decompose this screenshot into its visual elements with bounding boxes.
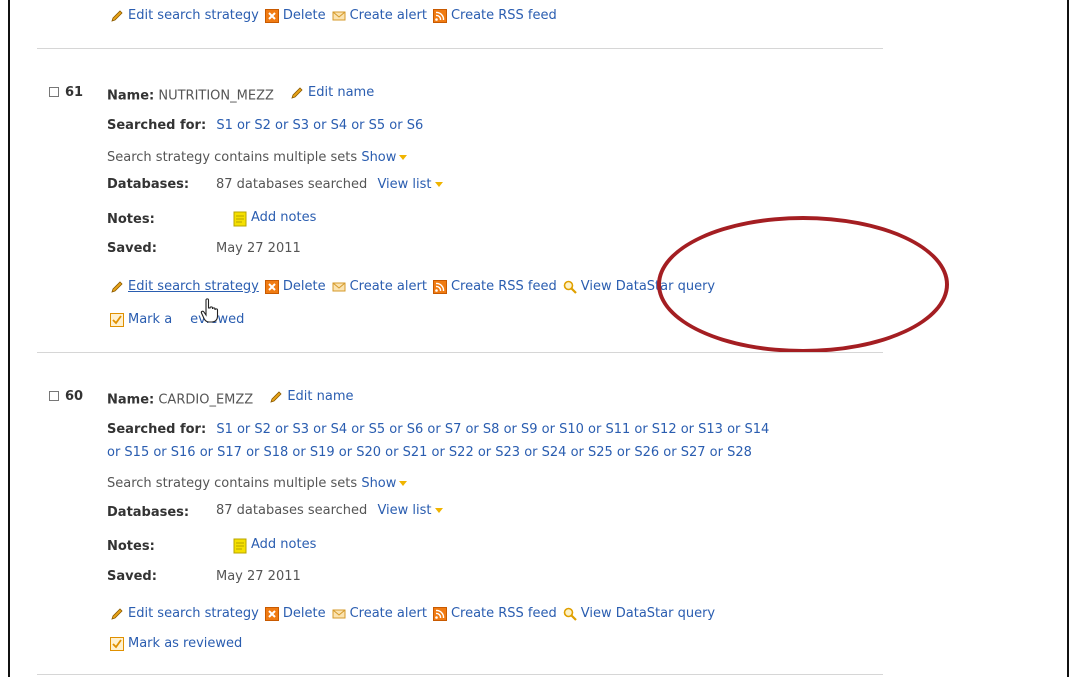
create-alert-link[interactable]: Create alert: [332, 8, 427, 23]
strategy-note: Search strategy contains multiple sets: [107, 150, 358, 165]
magnifier-icon: [563, 607, 577, 621]
pencil-icon: [269, 390, 283, 404]
create-rss-link[interactable]: Create RSS feed: [432, 279, 557, 294]
strategy-note-row: Search strategy contains multiple sets S…: [107, 150, 408, 165]
saved-date: May 27 2011: [216, 569, 301, 584]
edit-name-link[interactable]: Edit name: [290, 85, 374, 100]
chevron-down-icon: [399, 155, 408, 160]
search-name: NUTRITION_MEZZ: [158, 88, 274, 104]
mark-as-reviewed-link[interactable]: Mark aeviewed: [110, 312, 244, 327]
pencil-icon: [110, 9, 124, 23]
create-rss-link[interactable]: Create RSS feed: [432, 8, 557, 23]
searched-for-row: Searched for: S1 or S2 or S3 or S4 or S5…: [107, 422, 769, 437]
databases-value-row: 87 databases searched View list: [216, 177, 443, 192]
chevron-down-icon: [434, 182, 443, 187]
notes-label: Notes:: [107, 212, 155, 227]
view-list-link[interactable]: View list: [377, 177, 443, 192]
hand-cursor-icon: [200, 298, 222, 324]
databases-value-row: 87 databases searched View list: [216, 503, 443, 518]
search-name: CARDIO_EMZZ: [158, 392, 254, 408]
select-checkbox[interactable]: [49, 391, 59, 401]
prev-action-row: Edit search strategy Delete Create alert…: [110, 8, 557, 23]
databases-count: 87 databases searched: [216, 177, 368, 192]
edit-search-strategy-link[interactable]: Edit search strategy: [110, 279, 259, 294]
action-row: Edit search strategy Delete Create alert…: [110, 279, 715, 294]
rss-icon: [432, 279, 447, 294]
databases-label: Databases:: [107, 177, 190, 192]
show-link[interactable]: Show: [361, 150, 408, 165]
add-notes-link[interactable]: Add notes: [233, 210, 316, 229]
create-rss-link[interactable]: Create RSS feed: [432, 606, 557, 621]
searched-for-value-continued[interactable]: or S15 or S16 or S17 or S18 or S19 or S2…: [107, 445, 752, 460]
envelope-icon: [332, 9, 346, 23]
searched-for-value[interactable]: S1 or S2 or S3 or S4 or S5 or S6 or S7 o…: [216, 422, 769, 437]
name-label: Name:: [107, 88, 155, 104]
search-number: 60: [65, 389, 84, 404]
delete-icon: [264, 279, 279, 294]
action-row: Edit search strategy Delete Create alert…: [110, 606, 715, 621]
pencil-icon: [110, 607, 124, 621]
saved-label: Saved:: [107, 569, 157, 584]
searched-for-label: Searched for:: [107, 422, 207, 437]
name-label: Name:: [107, 392, 155, 408]
show-link[interactable]: Show: [361, 476, 408, 491]
divider: [37, 674, 883, 675]
searched-for-row: Searched for: S1 or S2 or S3 or S4 or S5…: [107, 118, 423, 133]
chevron-down-icon: [434, 508, 443, 513]
checkbox-checked-icon: [110, 636, 124, 651]
name-row: Name: CARDIO_EMZZ Edit name: [107, 389, 354, 408]
delete-icon: [264, 8, 279, 23]
chevron-down-icon: [399, 481, 408, 486]
pencil-icon: [110, 280, 124, 294]
databases-label: Databases:: [107, 505, 190, 520]
note-icon: [233, 538, 247, 553]
edit-search-strategy-link[interactable]: Edit search strategy: [110, 8, 259, 23]
delete-link[interactable]: Delete: [264, 606, 326, 621]
mark-reviewed-row: Mark aeviewed: [110, 312, 244, 327]
rss-icon: [432, 606, 447, 621]
name-row: Name: NUTRITION_MEZZ Edit name: [107, 85, 374, 104]
envelope-icon: [332, 280, 346, 294]
mark-reviewed-row: Mark as reviewed: [110, 636, 242, 651]
strategy-note-row: Search strategy contains multiple sets S…: [107, 476, 408, 491]
notes-label: Notes:: [107, 539, 155, 554]
pencil-icon: [290, 86, 304, 100]
search-number: 61: [65, 85, 84, 100]
checkbox-checked-icon: [110, 312, 124, 327]
delete-icon: [264, 606, 279, 621]
divider: [37, 48, 883, 49]
delete-link[interactable]: Delete: [264, 8, 326, 23]
add-notes-link[interactable]: Add notes: [233, 537, 316, 556]
select-checkbox[interactable]: [49, 87, 59, 97]
strategy-note: Search strategy contains multiple sets: [107, 476, 358, 491]
view-list-link[interactable]: View list: [377, 503, 443, 518]
edit-search-strategy-link[interactable]: Edit search strategy: [110, 606, 259, 621]
create-alert-link[interactable]: Create alert: [332, 606, 427, 621]
magnifier-icon: [563, 280, 577, 294]
divider: [37, 352, 883, 353]
create-alert-link[interactable]: Create alert: [332, 279, 427, 294]
mark-as-reviewed-link[interactable]: Mark as reviewed: [110, 636, 242, 651]
saved-label: Saved:: [107, 241, 157, 256]
view-datastar-query-link[interactable]: View DataStar query: [563, 606, 715, 621]
envelope-icon: [332, 607, 346, 621]
edit-name-link[interactable]: Edit name: [269, 389, 354, 404]
highlight-oval: [657, 216, 949, 353]
searched-for-value[interactable]: S1 or S2 or S3 or S4 or S5 or S6: [216, 118, 423, 133]
searched-for-label: Searched for:: [107, 118, 207, 133]
rss-icon: [432, 8, 447, 23]
delete-link[interactable]: Delete: [264, 279, 326, 294]
note-icon: [233, 211, 247, 226]
databases-count: 87 databases searched: [216, 503, 368, 518]
saved-date: May 27 2011: [216, 241, 301, 256]
